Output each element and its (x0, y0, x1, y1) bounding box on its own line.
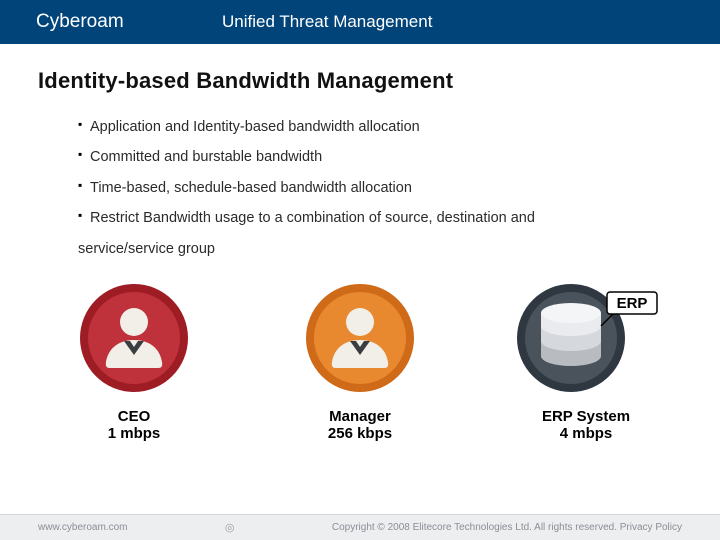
footer-center: ◎ (127, 521, 331, 534)
bullet-4b: service/service group (78, 234, 682, 264)
roles-row: CEO 1 mbps Manager 256 kbps (0, 278, 720, 442)
person-red-icon (74, 278, 194, 398)
role-ceo: CEO 1 mbps (49, 278, 219, 442)
header-bar: Cyberoam Unified Threat Management (0, 0, 720, 44)
role-ceo-bandwidth: 1 mbps (108, 425, 161, 442)
role-manager-bandwidth: 256 kbps (328, 425, 392, 442)
bullet-1: Application and Identity-based bandwidth… (78, 112, 682, 142)
header-tagline: Unified Threat Management (200, 0, 720, 44)
footer-url: www.cyberoam.com (38, 522, 127, 533)
bullet-list: Application and Identity-based bandwidth… (38, 112, 682, 264)
role-erp: ERP ERP System 4 mbps (501, 278, 671, 442)
footer-bar: www.cyberoam.com ◎ Copyright © 2008 Elit… (0, 514, 720, 540)
bullet-2: Committed and burstable bandwidth (78, 142, 682, 172)
role-manager: Manager 256 kbps (275, 278, 445, 442)
person-orange-icon (300, 278, 420, 398)
role-manager-name: Manager (329, 408, 391, 425)
erp-badge-label: ERP (617, 295, 648, 312)
bullet-3: Time-based, schedule-based bandwidth all… (78, 173, 682, 203)
brand-name: Cyberoam (0, 0, 200, 44)
role-ceo-name: CEO (118, 408, 151, 425)
footer-copyright: Copyright © 2008 Elitecore Technologies … (332, 522, 682, 533)
role-erp-bandwidth: 4 mbps (560, 425, 613, 442)
slide-title: Identity-based Bandwidth Management (38, 68, 720, 94)
bullet-4a: Restrict Bandwidth usage to a combinatio… (78, 203, 682, 233)
role-erp-name: ERP System (542, 408, 630, 425)
server-icon: ERP (511, 278, 661, 398)
